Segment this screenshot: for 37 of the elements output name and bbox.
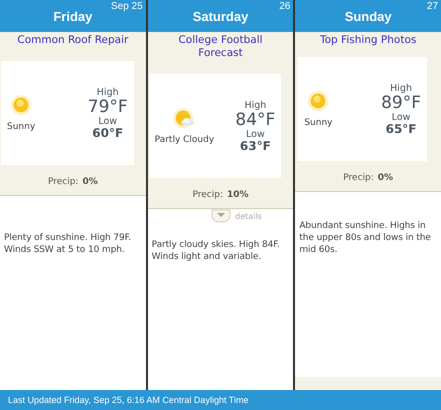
day-name: Saturday	[192, 8, 248, 24]
precip-label: Precip:	[192, 190, 223, 200]
forecast-summary: Plenty of sunshine. High 79F. Winds SSW at 5 to 10 mph.	[4, 232, 132, 256]
precip-label: Precip:	[343, 173, 374, 183]
condition-text: Sunny	[304, 118, 332, 128]
low-label: Low	[98, 116, 118, 126]
sun-icon	[307, 90, 330, 112]
date-label: 27	[426, 1, 438, 12]
precip-value: 0%	[378, 173, 394, 183]
date-label: 26	[279, 1, 290, 12]
high-temperature: 89°F	[381, 94, 422, 112]
high-label: High	[390, 84, 412, 94]
article-link[interactable]: College Football Forecast	[156, 32, 284, 62]
date-label: Sep 25	[110, 1, 143, 12]
high-label: High	[244, 101, 266, 110]
sun-icon	[10, 94, 32, 116]
precip-value: 0%	[82, 177, 98, 187]
sun-cloud-icon	[173, 107, 196, 129]
precip-label: Precip:	[48, 177, 78, 187]
low-temperature: 63°F	[240, 140, 271, 152]
high-temperature: 84°F	[235, 112, 276, 128]
condition-text: Partly Cloudy	[154, 135, 214, 145]
status-bar: Last Updated Friday, Sep 25, 6:16 AM Central Daylight Time	[0, 390, 441, 410]
low-temperature: 60°F	[92, 127, 124, 139]
high-label: High	[96, 88, 119, 98]
low-label: Low	[392, 112, 410, 122]
day-name: Sunday	[344, 8, 392, 24]
high-temperature: 79°F	[88, 98, 128, 116]
condition-text: Sunny	[7, 122, 36, 132]
article-link[interactable]: Top Fishing Photos	[316, 32, 420, 49]
day-name: Friday	[53, 8, 92, 24]
article-link[interactable]: Common Roof Repair	[13, 32, 132, 49]
low-label: Low	[246, 130, 265, 139]
low-temperature: 65°F	[386, 123, 416, 135]
forecast-summary: Partly cloudy skies. High 84F. Winds light and variable.	[152, 239, 281, 263]
precip-value: 10%	[226, 190, 249, 200]
forecast-summary: Abundant sunshine. Highs in the upper 80s and lows in the mid 60s.	[299, 220, 432, 256]
